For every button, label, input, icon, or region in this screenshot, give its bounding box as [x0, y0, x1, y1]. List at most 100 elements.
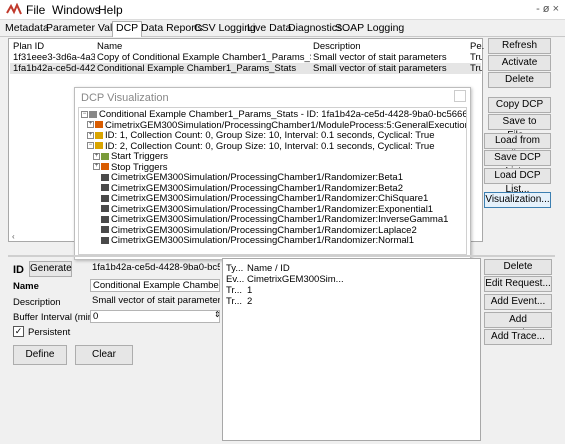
dcp-tree: − Conditional Example Chamber1_Params_Sta… [78, 107, 467, 255]
tree-param-label: CimetrixGEM300Simulation/ProcessingChamb… [111, 224, 417, 236]
tree-param-label: CimetrixGEM300Simulation/ProcessingChamb… [111, 172, 403, 183]
load-dcp-list-button[interactable]: Load DCP List... [484, 168, 551, 195]
tree-stop-triggers-label: Stop Triggers [111, 161, 168, 173]
splitter[interactable] [8, 255, 555, 257]
row-name: 1 [247, 285, 253, 296]
collapse-icon[interactable]: − [87, 142, 94, 150]
row-type: Tr... [226, 296, 243, 307]
delete-request-button[interactable]: Delete Request [484, 259, 552, 286]
col-description[interactable]: Description [313, 41, 361, 52]
window-controls[interactable]: - ø × [536, 3, 559, 15]
define-button[interactable]: Define [13, 345, 67, 365]
row-description: Small vector of stait parameters [313, 63, 447, 74]
menu-windows[interactable]: Windows [52, 3, 101, 17]
folder-icon [95, 131, 103, 139]
col-name-id[interactable]: Name / ID [247, 263, 290, 274]
activate-button[interactable]: Activate [488, 55, 551, 71]
tree-collection-1-label: ID: 1, Collection Count: 0, Group Size: … [105, 130, 435, 141]
delete-button[interactable]: Delete [488, 72, 551, 88]
row-plan-id: 1f31eee3-3d6a-4a3... [13, 52, 95, 63]
folder-icon [95, 142, 103, 150]
load-from-file-button[interactable]: Load from File... [484, 133, 551, 160]
persistent-checkbox[interactable]: ✓ [13, 326, 24, 337]
trigger-icon [95, 121, 103, 129]
tree-collection-2-label: ID: 2, Collection Count: 0, Group Size: … [105, 140, 435, 152]
add-exception-button[interactable]: Add Exception... [484, 312, 552, 339]
add-event-button[interactable]: Add Event... [484, 294, 552, 310]
col-name[interactable]: Name [97, 41, 122, 52]
dialog-title: DCP Visualization [81, 92, 169, 104]
row-type: Ev... [226, 274, 245, 285]
start-trigger-icon [101, 152, 109, 160]
row-name: Copy of Conditional Example Chamber1_Par… [97, 52, 311, 63]
col-pe[interactable]: Pe. [470, 41, 484, 52]
row-pe: Tru [470, 63, 482, 74]
row-description: Small vector of stait parameters [313, 52, 447, 63]
menu-file[interactable]: File [26, 3, 45, 17]
tree-param-label: CimetrixGEM300Simulation/ProcessingChamb… [111, 193, 429, 204]
dcp-visualization-dialog: DCP Visualization − Conditional Example C… [74, 87, 471, 260]
stop-trigger-icon [101, 163, 109, 171]
param-icon [101, 194, 109, 202]
param-icon [101, 205, 109, 213]
param-icon [101, 226, 109, 234]
col-plan-id[interactable]: Plan ID [13, 41, 44, 52]
description-label: Description [13, 297, 61, 308]
row-name: 2 [247, 296, 253, 307]
tree-param-label: CimetrixGEM300Simulation/ProcessingChamb… [111, 203, 434, 215]
menu-bar: File Windows Help - ø × [0, 0, 565, 20]
table-row[interactable]: 1fa1b42a-ce5d-442... Conditional Example… [10, 63, 482, 74]
col-type[interactable]: Ty... [226, 263, 243, 274]
save-to-file-button[interactable]: Save to File... [488, 114, 551, 141]
collapse-icon[interactable]: − [81, 110, 88, 118]
expand-icon[interactable]: + [87, 121, 94, 129]
row-name: Conditional Example Chamber1_Params_Stat… [97, 63, 297, 74]
id-label: ID [13, 264, 24, 276]
param-icon [101, 184, 109, 192]
id-value: 1fa1b42a-ce5d-4428-9ba0-bc5666 [92, 262, 220, 273]
visualization-button[interactable]: Visualization... [484, 192, 551, 208]
name-field[interactable]: Conditional Example Chamber1_P... [90, 279, 220, 292]
row-plan-id: 1fa1b42a-ce5d-442... [13, 63, 95, 74]
expand-icon[interactable]: + [93, 163, 100, 171]
tab-soap-logging[interactable]: SOAP Logging [332, 22, 407, 37]
tree-param-label: CimetrixGEM300Simulation/ProcessingChamb… [111, 235, 415, 246]
param-icon [101, 215, 109, 223]
expand-icon[interactable]: + [87, 131, 94, 139]
menu-help[interactable]: Help [98, 3, 123, 17]
stepper-arrows-icon[interactable]: ⇕ [214, 310, 221, 319]
param-icon [101, 236, 109, 244]
persistent-label: Persistent [28, 327, 71, 338]
row-name: CimetrixGEM300Sim... [247, 274, 344, 285]
buffer-interval-label: Buffer Interval (min) [13, 312, 97, 323]
tree-root-label: Conditional Example Chamber1_Params_Stat… [99, 109, 467, 120]
generate-button[interactable]: Generate [29, 261, 72, 277]
tree-start-triggers-label: Start Triggers [111, 151, 169, 162]
tree-param-label: CimetrixGEM300Simulation/ProcessingChamb… [111, 214, 449, 225]
name-label: Name [13, 281, 39, 292]
refresh-button[interactable]: Refresh [488, 38, 551, 54]
dialog-close-icon[interactable] [454, 90, 466, 102]
tab-bar: Metadata Parameter Values DCP Data Repor… [0, 20, 565, 37]
app-logo-icon [6, 3, 22, 15]
edit-request-button[interactable]: Edit Request... [484, 276, 552, 292]
description-field[interactable]: Small vector of stait parameters [90, 295, 220, 308]
clear-button[interactable]: Clear [75, 345, 133, 365]
table-row[interactable]: Ev... CimetrixGEM300Sim... [224, 274, 479, 285]
row-type: Tr... [226, 285, 243, 296]
row-pe: Tru [470, 52, 482, 63]
scroll-left-icon[interactable]: ‹ [12, 232, 15, 241]
table-row[interactable]: Tr... 2 [224, 296, 479, 307]
expand-icon[interactable]: + [93, 152, 100, 160]
table-row[interactable]: Tr... 1 [224, 285, 479, 296]
tree-module-label: CimetrixGEM300Simulation/ProcessingChamb… [105, 119, 467, 131]
add-trace-button[interactable]: Add Trace... [484, 329, 552, 345]
buffer-interval-stepper[interactable]: 0 [90, 310, 220, 323]
save-dcp-list-button[interactable]: Save DCP List... [484, 150, 551, 177]
tree-param-label: CimetrixGEM300Simulation/ProcessingChamb… [111, 182, 403, 194]
tree-param[interactable]: CimetrixGEM300Simulation/ProcessingChamb… [101, 235, 415, 247]
table-row[interactable]: 1f31eee3-3d6a-4a3... Copy of Conditional… [10, 52, 482, 63]
param-icon [101, 173, 109, 181]
dcp-icon [89, 110, 97, 118]
copy-dcp-button[interactable]: Copy DCP [488, 97, 551, 113]
